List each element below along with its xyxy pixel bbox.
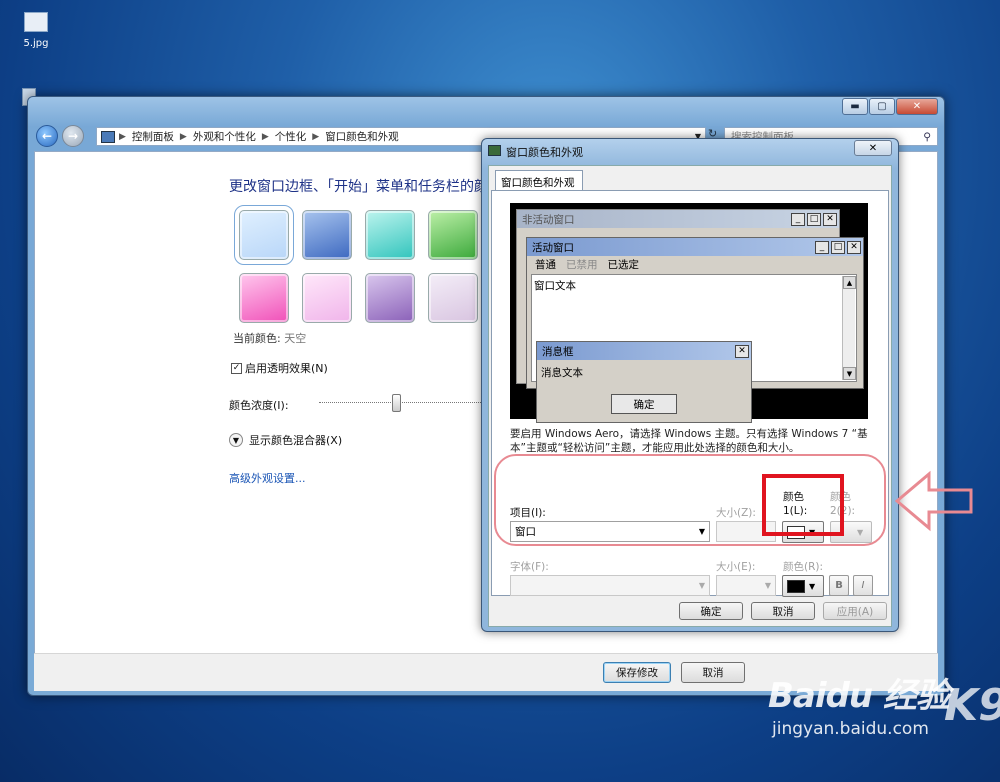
desktop-file-icon[interactable]: 5.jpg xyxy=(18,12,54,49)
intensity-slider-track[interactable] xyxy=(319,402,489,403)
font-color-picker[interactable]: ▼ xyxy=(782,575,824,597)
italic-button[interactable]: I xyxy=(853,575,873,596)
breadcrumb-appearance[interactable]: 外观和个性化 xyxy=(191,129,258,144)
dialog-cancel-button[interactable]: 取消 xyxy=(751,602,815,620)
ok-button[interactable]: 确定 xyxy=(679,602,743,620)
font-label: 字体(F): xyxy=(510,561,549,573)
chevron-right-icon: ▶ xyxy=(261,131,269,142)
chevron-down-icon[interactable]: ▼ xyxy=(229,433,243,447)
msgbox-text: 消息文本 xyxy=(541,367,583,379)
minimize-icon: _ xyxy=(815,240,829,254)
menu-selected: 已选定 xyxy=(607,258,640,271)
tab-window-color[interactable]: 窗口颜色和外观 xyxy=(495,170,583,191)
minimize-button[interactable]: ▬ xyxy=(842,98,868,115)
preview-scrollbar: ▲ ▼ xyxy=(842,276,856,380)
font-size-label: 大小(E): xyxy=(716,561,756,573)
menu-normal: 普通 xyxy=(535,258,556,271)
dialog-body: 窗口颜色和外观 非活动窗口 _ □ ✕ 活动窗口 _ □ ✕ 普通 已禁用 已选… xyxy=(488,165,892,627)
msgbox-title: 消息框 xyxy=(542,345,574,358)
cancel-button[interactable]: 取消 xyxy=(681,662,745,683)
current-color-label: 当前颜色: xyxy=(233,332,281,345)
baidu-watermark: Baidu 经验 jingyan.baidu.com xyxy=(768,668,950,739)
inactive-titlebar: 非活动窗口 _ □ ✕ xyxy=(517,210,839,228)
annotation-arrow-icon xyxy=(895,470,973,532)
dropdown-arrow-icon: ▼ xyxy=(698,581,705,590)
appearance-preview: 非活动窗口 _ □ ✕ 活动窗口 _ □ ✕ 普通 已禁用 已选定 窗口文本 ▲… xyxy=(510,203,868,423)
scroll-up-icon: ▲ xyxy=(843,276,856,289)
color-mixer-label: 显示颜色混合器(X) xyxy=(249,434,343,447)
close-icon: ✕ xyxy=(735,344,749,358)
control-panel-icon xyxy=(101,130,115,143)
scroll-down-icon: ▼ xyxy=(843,367,856,380)
msgbox-ok-button: 确定 xyxy=(611,394,677,414)
intensity-slider-thumb[interactable] xyxy=(391,394,401,412)
breadcrumb-control-panel[interactable]: 控制面板 xyxy=(130,129,176,144)
active-title: 活动窗口 xyxy=(532,241,574,254)
checkbox-check-icon[interactable]: ✓ xyxy=(231,362,242,374)
image-file-icon xyxy=(24,12,48,32)
advanced-appearance-link[interactable]: 高级外观设置... xyxy=(229,470,306,486)
font-select[interactable]: ▼ xyxy=(510,575,710,596)
breadcrumb-window-color[interactable]: 窗口颜色和外观 xyxy=(323,129,401,144)
inactive-title: 非活动窗口 xyxy=(522,213,575,226)
save-changes-button[interactable]: 保存修改 xyxy=(603,662,671,683)
annotation-highlight-box xyxy=(762,474,844,536)
maximize-icon: □ xyxy=(807,212,821,226)
back-arrow-icon[interactable]: ← xyxy=(36,125,58,147)
window-caption-buttons: ▬ ▢ ✕ xyxy=(842,98,938,115)
color-swatch[interactable] xyxy=(302,273,352,323)
window-color-appearance-dialog: 窗口颜色和外观 ✕ 窗口颜色和外观 非活动窗口 _ □ ✕ 活动窗口 _ □ ✕… xyxy=(481,138,899,632)
color-swatch[interactable] xyxy=(428,210,478,260)
font-color-label: 颜色(R): xyxy=(783,561,824,573)
dialog-app-icon xyxy=(488,145,501,156)
color-swatch[interactable] xyxy=(365,273,415,323)
current-color-line: 当前颜色: 天空 xyxy=(233,330,306,346)
dialog-title: 窗口颜色和外观 xyxy=(506,146,583,159)
search-icon[interactable]: ⚲ xyxy=(923,131,931,143)
color-swatch[interactable] xyxy=(239,273,289,323)
chevron-right-icon: ▶ xyxy=(119,131,126,142)
desktop-file-label: 5.jpg xyxy=(23,38,49,49)
color-swatch[interactable] xyxy=(234,205,294,265)
transparency-checkbox[interactable]: ✓ 启用透明效果(N) xyxy=(231,360,328,376)
maximize-icon: □ xyxy=(831,240,845,254)
close-icon: ✕ xyxy=(823,212,837,226)
page-title: 更改窗口边框、「开始」菜单和任务栏的颜 xyxy=(229,179,488,195)
close-button[interactable]: ✕ xyxy=(896,98,938,115)
chevron-right-icon: ▶ xyxy=(312,131,320,142)
bold-button[interactable]: B xyxy=(829,575,849,596)
dialog-close-button[interactable]: ✕ xyxy=(854,140,892,156)
color-swatch[interactable] xyxy=(428,273,478,323)
color-mixer-toggle[interactable]: ▼ 显示颜色混合器(X) xyxy=(229,432,342,448)
transparency-label: 启用透明效果(N) xyxy=(245,362,328,375)
menu-disabled: 已禁用 xyxy=(566,258,598,271)
chevron-right-icon: ▶ xyxy=(179,131,187,142)
watermark-brand: Baidu 经验 xyxy=(768,676,950,716)
dropdown-arrow-icon: ▼ xyxy=(764,581,771,590)
font-size-select[interactable]: ▼ xyxy=(716,575,776,596)
watermark-url: jingyan.baidu.com xyxy=(772,719,929,739)
color-swatch[interactable] xyxy=(302,210,352,260)
forward-arrow-icon[interactable]: → xyxy=(62,125,84,147)
window-text: 窗口文本 xyxy=(534,280,576,292)
preview-menu-bar: 普通 已禁用 已选定 xyxy=(527,256,863,272)
font-color-swatch xyxy=(787,579,805,593)
maximize-button[interactable]: ▢ xyxy=(869,98,895,115)
current-color-value: 天空 xyxy=(284,332,307,345)
close-icon: ✕ xyxy=(847,240,861,254)
apply-button[interactable]: 应用(A) xyxy=(823,602,887,620)
color-swatch[interactable] xyxy=(365,210,415,260)
intensity-label: 颜色浓度(I): xyxy=(229,399,289,412)
minimize-icon: _ xyxy=(791,212,805,226)
preview-message-box: 消息框 ✕ 消息文本 确定 xyxy=(536,341,752,423)
active-titlebar: 活动窗口 _ □ ✕ xyxy=(527,238,863,256)
dropdown-arrow-icon: ▼ xyxy=(809,581,816,591)
background-logo-fragment: K9 xyxy=(944,680,1000,731)
aero-info-text: 要启用 Windows Aero，请选择 Windows 主题。只有选择 Win… xyxy=(510,428,868,454)
breadcrumb-personalization[interactable]: 个性化 xyxy=(273,129,309,144)
msgbox-titlebar: 消息框 ✕ xyxy=(537,342,751,360)
